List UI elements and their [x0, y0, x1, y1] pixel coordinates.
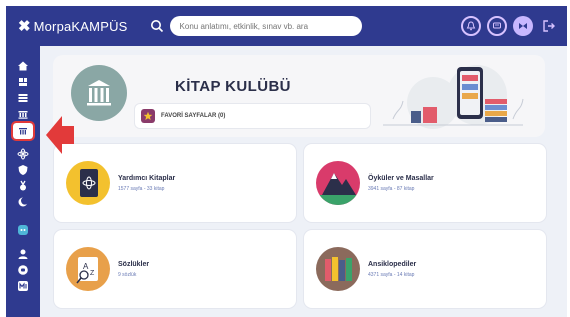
favorites-button[interactable]: FAVORİ SAYFALAR (0) — [135, 104, 370, 128]
top-actions — [461, 16, 559, 36]
sidebar-item-home[interactable] — [13, 58, 33, 74]
card-title: Ansiklopediler — [368, 261, 417, 268]
category-card-yardimci[interactable]: Yardımcı Kitaplar 1577 sayfa - 33 kitap — [54, 144, 296, 222]
search-area — [150, 16, 362, 36]
book-club-hero-icon — [71, 65, 127, 121]
search-icon[interactable] — [150, 19, 164, 33]
book-club-hero: KİTAP KULÜBÜ FAVORİ SAYFALAR (0) — [53, 55, 545, 137]
logo-icon: ✖ — [18, 18, 31, 35]
pillars-icon — [87, 80, 111, 106]
category-card-oykuler[interactable]: Öyküler ve Masallar 3941 sayfa - 87 kita… — [304, 144, 546, 222]
app-logo[interactable]: ✖ MorpaKAMPÜS — [18, 17, 128, 35]
sidebar-item-science[interactable] — [13, 146, 33, 162]
puzzle-icon — [19, 78, 27, 86]
sidebar-item-games[interactable] — [13, 162, 33, 178]
star-icon — [141, 109, 155, 123]
sidebar-item-content[interactable] — [13, 90, 33, 106]
sidebar-item-awards[interactable] — [13, 178, 33, 194]
highlight-arrow — [46, 116, 74, 154]
home-icon — [18, 61, 28, 71]
favorites-label: FAVORİ SAYFALAR (0) — [161, 113, 226, 119]
sidebar-item-profile[interactable] — [13, 246, 33, 262]
grid-icon — [18, 94, 28, 102]
sidebar-item-morpa[interactable] — [13, 278, 33, 294]
sidebar — [6, 46, 40, 317]
card-title: Yardımcı Kitaplar — [118, 175, 176, 182]
chat-icon — [493, 22, 501, 29]
book-club-icon — [19, 128, 27, 135]
reading-illustration — [383, 65, 524, 129]
bell-icon — [466, 21, 476, 31]
sidebar-item-night[interactable] — [13, 194, 33, 210]
logout-button[interactable] — [539, 16, 559, 36]
logo-text: MorpaKAMPÜS — [33, 18, 128, 34]
top-bar: ✖ MorpaKAMPÜS — [6, 6, 567, 46]
sidebar-item-lessons[interactable] — [13, 74, 33, 90]
dictionary-icon: A Z — [66, 247, 110, 291]
sidebar-item-support[interactable] — [13, 262, 33, 278]
support-icon — [18, 265, 28, 275]
svg-text:Z: Z — [90, 270, 95, 277]
medal-icon — [20, 180, 26, 191]
card-subtitle: 4371 sayfa - 14 kitap — [368, 272, 415, 278]
card-title: Sözlükler — [118, 261, 150, 268]
stories-icon — [316, 161, 360, 205]
bank-icon — [18, 111, 28, 119]
messages-button[interactable] — [487, 16, 507, 36]
moon-icon — [18, 197, 29, 207]
card-subtitle: 9 sözlük — [118, 272, 137, 278]
avatar-icon — [519, 23, 527, 29]
encyclopedia-icon — [316, 247, 360, 291]
sidebar-item-assistant[interactable] — [13, 222, 33, 238]
page-title: KİTAP KULÜBÜ — [175, 78, 291, 95]
notifications-button[interactable] — [461, 16, 481, 36]
avatar[interactable] — [513, 16, 533, 36]
category-card-ansiklopediler[interactable]: Ansiklopediler 4371 sayfa - 14 kitap — [304, 230, 546, 308]
search-input[interactable] — [169, 16, 362, 36]
morpa-icon — [18, 281, 28, 291]
category-card-sozlukler[interactable]: A Z Sözlükler 9 sözlük — [54, 230, 296, 308]
logout-icon — [543, 20, 555, 32]
card-subtitle: 1577 sayfa - 33 kitap — [118, 186, 165, 192]
svg-text:A: A — [83, 262, 89, 271]
card-subtitle: 3941 sayfa - 87 kitap — [368, 186, 415, 192]
atom-icon — [17, 148, 29, 160]
user-icon — [18, 249, 28, 259]
app-frame: ✖ MorpaKAMPÜS Konu anlatımı, etkinlik, s… — [0, 0, 570, 317]
sidebar-item-book-club[interactable] — [11, 121, 35, 141]
helper-books-icon — [66, 161, 110, 205]
assistant-icon — [18, 225, 28, 235]
sidebar-item-tests[interactable] — [13, 106, 33, 122]
card-title: Öyküler ve Masallar — [368, 175, 434, 182]
shield-icon — [18, 165, 28, 175]
